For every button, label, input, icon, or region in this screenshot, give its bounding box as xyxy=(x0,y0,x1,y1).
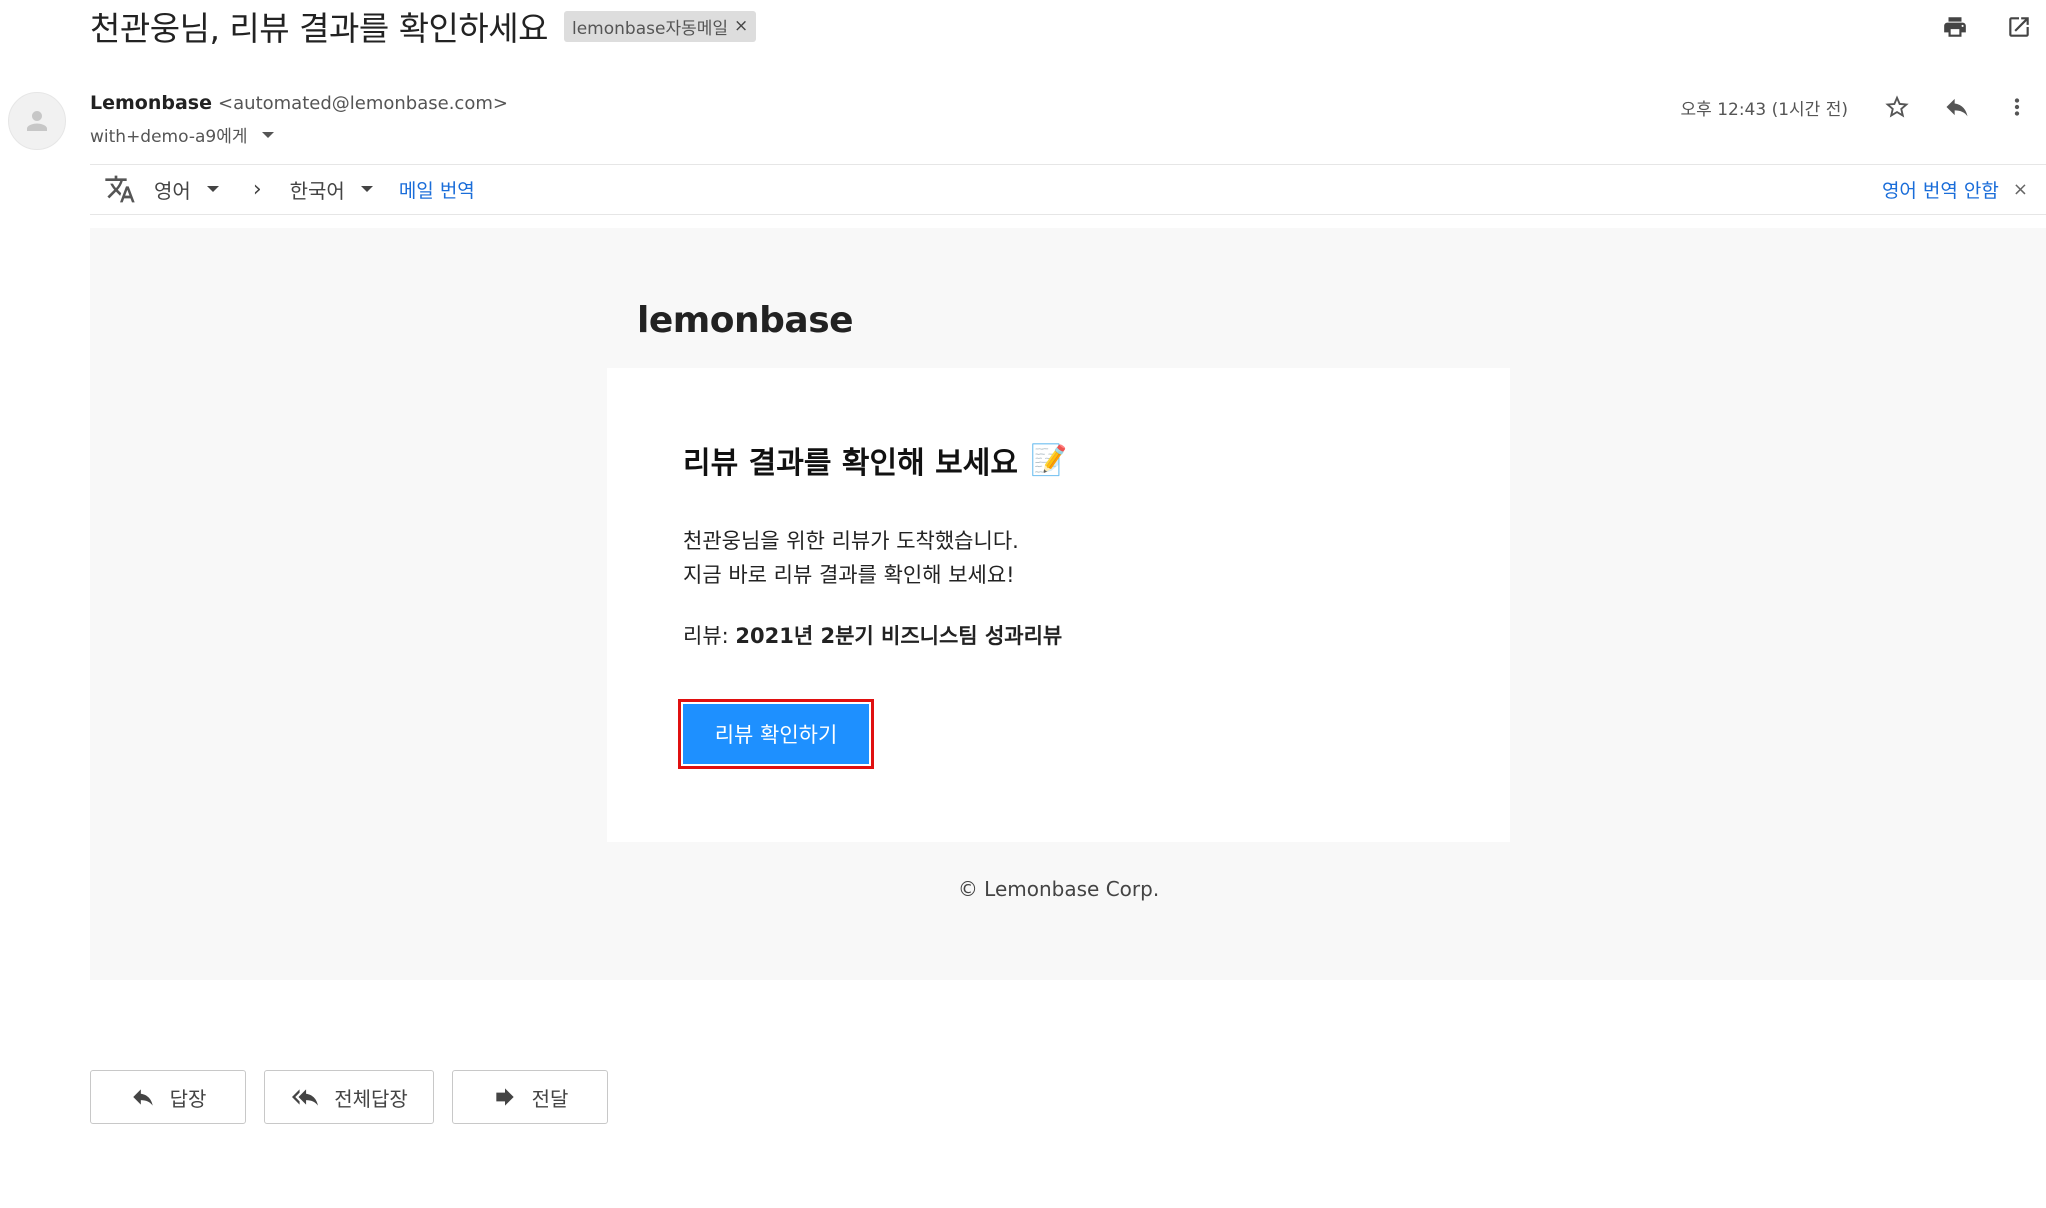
card-title-text: 리뷰 결과를 확인해 보세요 xyxy=(683,446,1018,481)
target-language-select[interactable]: 한국어 xyxy=(290,175,373,204)
sender-line: Lemonbase <automated@lemonbase.com> xyxy=(90,92,508,114)
sender-email: <automated@lemonbase.com> xyxy=(218,93,508,114)
memo-icon: 📝 xyxy=(1029,442,1068,478)
recipient-line: with+demo-a9에게 xyxy=(90,122,508,147)
target-language-value: 한국어 xyxy=(289,178,345,203)
forward-button[interactable]: 전달 xyxy=(452,1070,608,1124)
forward-label: 전달 xyxy=(531,1086,569,1111)
reply-button[interactable]: 답장 xyxy=(90,1070,246,1124)
email-card-title: 리뷰 결과를 확인해 보세요 📝 xyxy=(683,438,1067,482)
chevron-down-icon xyxy=(206,186,219,192)
review-name: 2021년 2분기 비즈니스팀 성과리뷰 xyxy=(735,624,1063,648)
message-actions: 답장 전체답장 전달 xyxy=(90,1070,608,1124)
email-card: 리뷰 결과를 확인해 보세요 📝 천관웅님을 위한 리뷰가 도착했습니다. 지금… xyxy=(607,368,1510,842)
star-icon[interactable] xyxy=(1880,90,1914,124)
timestamp: 오후 12:43 (1시간 전) xyxy=(1680,99,1848,120)
label-chip-text: lemonbase자동메일 xyxy=(572,18,729,39)
email-subject: 천관웅님, 리뷰 결과를 확인하세요 xyxy=(90,9,549,48)
review-label: 리뷰: xyxy=(683,624,736,648)
review-line: 리뷰: 2021년 2분기 비즈니스팀 성과리뷰 xyxy=(683,620,1062,650)
view-review-button[interactable]: 리뷰 확인하기 xyxy=(683,704,869,764)
sender-block: Lemonbase <automated@lemonbase.com> with… xyxy=(90,92,508,147)
divider-top xyxy=(90,164,2046,165)
source-language-value: 영어 xyxy=(154,178,191,203)
sender-avatar xyxy=(8,92,66,150)
chevron-down-icon xyxy=(360,186,373,192)
translate-icon xyxy=(105,175,135,203)
print-icon[interactable] xyxy=(1938,10,1972,44)
subject-row: 천관웅님, 리뷰 결과를 확인하세요 lemonbase자동메일 × xyxy=(90,0,757,52)
sender-name[interactable]: Lemonbase xyxy=(90,92,212,114)
reply-label: 답장 xyxy=(169,1086,207,1111)
reply-all-button[interactable]: 전체답장 xyxy=(264,1070,434,1124)
recipient-text: with+demo-a9에게 xyxy=(90,127,248,147)
translate-right: 영어 번역 안함 × xyxy=(1882,176,2028,203)
close-icon[interactable]: × xyxy=(2013,179,2028,200)
source-language-select[interactable]: 영어 xyxy=(154,175,219,204)
forward-icon xyxy=(495,1088,514,1106)
body-line-1: 천관웅님을 위한 리뷰가 도착했습니다. xyxy=(683,529,1019,553)
reply-all-icon xyxy=(292,1089,319,1106)
top-icons xyxy=(1938,10,2036,44)
translate-message-link[interactable]: 메일 번역 xyxy=(399,176,475,203)
dont-translate-link[interactable]: 영어 번역 안함 xyxy=(1882,176,1999,203)
chevron-right-icon: › xyxy=(252,176,262,202)
copyright-text: © Lemonbase Corp. xyxy=(0,877,2046,901)
divider-bottom xyxy=(90,214,2046,215)
body-line-2: 지금 바로 리뷰 결과를 확인해 보세요! xyxy=(683,563,1015,587)
copyright-value: © Lemonbase Corp. xyxy=(957,877,1160,901)
email-card-body: 천관웅님을 위한 리뷰가 도착했습니다. 지금 바로 리뷰 결과를 확인해 보세… xyxy=(683,524,1019,592)
open-in-new-window-icon[interactable] xyxy=(2002,10,2036,44)
translate-bar: 영어 › 한국어 메일 번역 영어 번역 안함 × xyxy=(90,166,2028,212)
reply-icon xyxy=(132,1089,153,1106)
label-remove-button[interactable]: × xyxy=(734,16,748,36)
label-chip[interactable]: lemonbase자동메일 × xyxy=(564,10,757,42)
recipient-details-dropdown-icon[interactable] xyxy=(261,131,274,138)
brand-logo: lemonbase xyxy=(637,300,854,341)
reply-all-label: 전체답장 xyxy=(334,1086,408,1111)
more-vert-icon[interactable] xyxy=(2000,90,2034,124)
person-icon xyxy=(27,111,47,131)
message-meta: 오후 12:43 (1시간 전) xyxy=(1681,90,2034,124)
cta-highlight-frame: 리뷰 확인하기 xyxy=(678,699,874,769)
reply-icon[interactable] xyxy=(1940,90,1974,124)
